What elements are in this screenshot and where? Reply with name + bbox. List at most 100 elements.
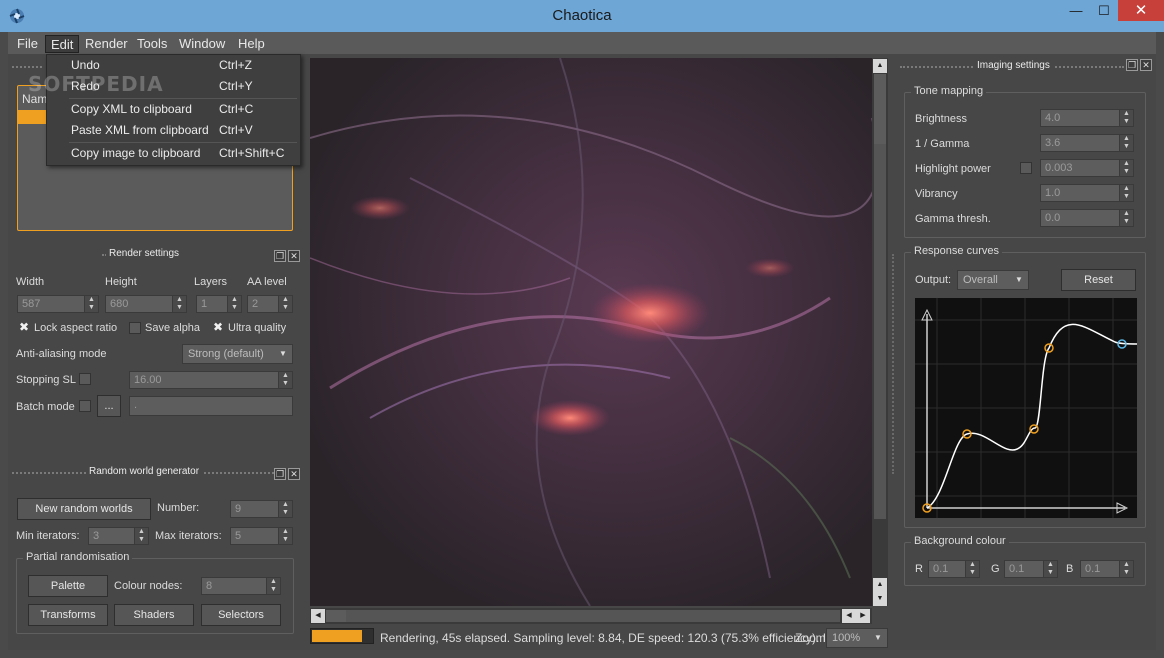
scroll-down-button[interactable]: ▲ [873,578,887,592]
gamma-thresh-label: Gamma thresh. [915,213,991,225]
height-label: Height [105,276,137,288]
vertical-scrollbar[interactable]: ▲ ▲ ▼ [872,58,888,606]
response-curve-editor[interactable] [915,298,1138,518]
render-settings-title: Render settings [106,248,183,259]
background-colour-title: Background colour [911,535,1009,547]
aa-mode-select[interactable]: Strong (default) ▼ [182,344,293,364]
minimize-button[interactable]: — [1062,0,1090,21]
width-spinbox[interactable]: 587 ▲ ▼ [17,295,99,313]
gamma-thresh-spinbox[interactable]: 0.0 ▲ ▼ [1040,209,1134,227]
render-settings-dock-bar[interactable]: Render settings [12,248,278,262]
batch-browse-button[interactable]: ... [97,395,121,417]
vertical-scroll-thumb[interactable] [874,74,886,144]
max-iterators-label: Max iterators: [155,530,222,542]
menu-help[interactable]: Help [233,35,270,53]
colour-nodes-label: Colour nodes: [114,580,183,592]
g-spinbox[interactable]: 0.1 ▲ ▼ [1004,560,1058,578]
transforms-button[interactable]: Transforms [28,604,108,626]
response-curves-title: Response curves [911,245,1002,257]
g-label: G [991,563,1000,575]
edit-menu-dropdown: Undo Ctrl+Z Redo Ctrl+Y Copy XML to clipbo… [46,54,301,166]
number-label: Number: [157,502,200,514]
highlight-power-spinbox[interactable]: 0.003 ▲ ▼ [1040,159,1134,177]
ultra-quality-checkbox[interactable]: ✖ [212,321,224,334]
render-progress-fill [312,630,362,642]
batch-mode-label: Batch mode [16,401,75,413]
menu-bar: File Edit Render Tools Window Help [8,32,1156,54]
horizontal-scroll-thumb[interactable] [326,610,346,622]
highlight-power-checkbox[interactable] [1020,162,1032,174]
float-icon[interactable]: ❐ [274,250,286,262]
scroll-left-button[interactable]: ◀ [311,609,325,623]
width-label: Width [16,276,45,288]
min-iterators-spinbox[interactable]: 3 ▲ ▼ [88,527,149,545]
maximize-button[interactable]: ☐ [1090,0,1118,21]
zoom-select[interactable]: 100% ▼ [826,628,888,648]
render-progress-bar [310,628,374,644]
scroll-down-button[interactable]: ▼ [873,592,887,606]
menu-render[interactable]: Render [80,35,133,53]
colour-nodes-spinbox[interactable]: 8 ▲ ▼ [201,577,281,595]
stopping-sl-checkbox[interactable] [79,373,91,385]
scroll-right-button[interactable]: ◀ [842,609,856,623]
tree-selected-row[interactable] [18,110,46,124]
horizontal-scroll-track[interactable] [346,610,840,622]
b-spinbox[interactable]: 0.1 ▲ ▼ [1080,560,1134,578]
float-icon[interactable]: ❐ [1126,59,1138,71]
batch-path-field[interactable]: . [129,396,293,416]
max-iterators-spinbox[interactable]: 5 ▲ ▼ [230,527,293,545]
right-dock: Imaging settings ❐ ✕ Tone mapping Bright… [890,54,1156,650]
r-spinbox[interactable]: 0.1 ▲ ▼ [928,560,980,578]
layers-label: Layers [194,276,228,288]
menu-item-copy-image[interactable]: Copy image to clipboard Ctrl+Shift+C [47,143,300,164]
scroll-right-button[interactable]: ▶ [856,609,870,623]
shaders-button[interactable]: Shaders [114,604,194,626]
vibrancy-spinbox[interactable]: 1.0 ▲ ▼ [1040,184,1134,202]
menu-file[interactable]: File [12,35,43,53]
brightness-spinbox[interactable]: 4.0 ▲ ▼ [1040,109,1134,127]
reset-button[interactable]: Reset [1061,269,1136,291]
gamma-label: 1 / Gamma [915,138,970,150]
ultra-quality-label: Ultra quality [228,322,287,334]
menu-item-paste-xml[interactable]: Paste XML from clipboard Ctrl+V [47,120,300,141]
aa-level-label: AA level [247,276,287,288]
close-icon[interactable]: ✕ [1140,59,1152,71]
tone-mapping-title: Tone mapping [911,85,987,97]
close-button[interactable]: ✕ [1118,0,1164,21]
menu-tools[interactable]: Tools [132,35,172,53]
random-world-title: Random world generator [86,466,203,477]
palette-button[interactable]: Palette [28,575,108,597]
lock-aspect-checkbox[interactable]: ✖ [18,321,30,334]
scroll-up-button[interactable]: ▲ [873,59,887,73]
output-select[interactable]: Overall ▼ [957,270,1029,290]
aa-level-spinbox[interactable]: 2 ▲ ▼ [247,295,293,313]
menu-edit[interactable]: Edit [45,35,80,53]
dock-splitter[interactable] [892,254,898,474]
horizontal-scrollbar[interactable]: ◀ ◀ ▶ [310,608,872,624]
partial-randomisation-title: Partial randomisation [23,551,133,563]
close-icon[interactable]: ✕ [288,250,300,262]
height-spinbox[interactable]: 680 ▲ ▼ [105,295,187,313]
fractal-render-image[interactable] [310,58,872,606]
random-world-dock-bar[interactable]: Random world generator [12,466,278,480]
close-icon[interactable]: ✕ [288,468,300,480]
vertical-scroll-track[interactable] [874,144,886,519]
aa-mode-label: Anti-aliasing mode [16,348,107,360]
imaging-dock-bar[interactable]: Imaging settings [900,60,1124,74]
batch-mode-checkbox[interactable] [79,400,91,412]
stopping-sl-spinbox[interactable]: 16.00 ▲ ▼ [129,371,293,389]
fractal-image [310,58,872,606]
window-title: Chaotica [552,7,612,24]
layers-spinbox[interactable]: 1 ▲ ▼ [196,295,242,313]
gamma-spinbox[interactable]: 3.6 ▲ ▼ [1040,134,1134,152]
save-alpha-label: Save alpha [145,322,201,334]
menu-item-copy-xml[interactable]: Copy XML to clipboard Ctrl+C [47,99,300,120]
new-random-worlds-button[interactable]: New random worlds [17,498,151,520]
save-alpha-checkbox[interactable] [129,322,141,334]
number-spinbox[interactable]: 9 ▲ ▼ [230,500,293,518]
menu-window[interactable]: Window [174,35,230,53]
selectors-button[interactable]: Selectors [201,604,281,626]
response-curve-graph[interactable] [915,298,1138,518]
status-text: Rendering, 45s elapsed. Sampling level: … [380,631,827,645]
float-icon[interactable]: ❐ [274,468,286,480]
